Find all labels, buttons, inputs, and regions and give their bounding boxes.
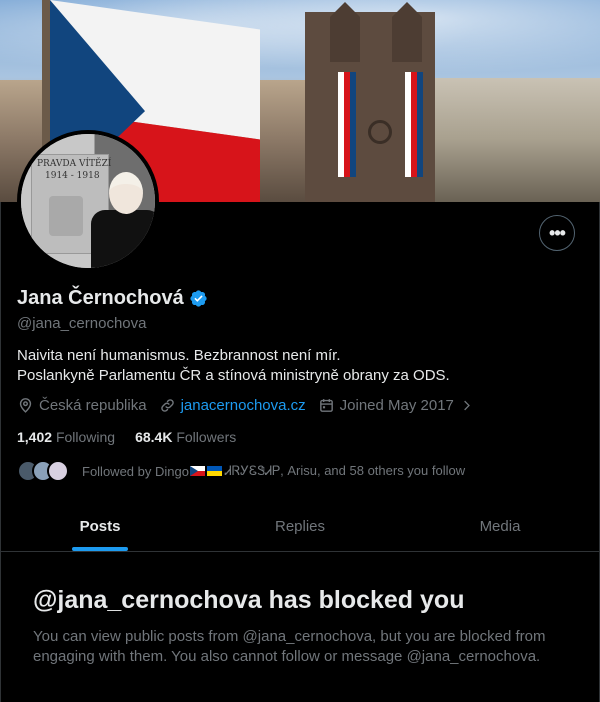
location-text: Česká republika <box>39 397 147 414</box>
avatar-person-body <box>91 210 155 268</box>
ukraine-flag-icon <box>206 466 222 476</box>
followed-by-suffix: ᏗᏒᎩᏋᏕᏗᏢ, Arisu, and 58 others you follow <box>224 463 466 478</box>
calendar-icon <box>319 399 333 412</box>
followers-label: Followers <box>176 429 237 445</box>
banner-vertical-flag-left <box>338 72 356 177</box>
website-link[interactable]: janacernochova.cz <box>181 397 306 414</box>
avatar-inscription-line2: 1914 - 1918 <box>45 171 100 181</box>
tab-replies-label: Replies <box>274 518 326 535</box>
location-item: Česká republika <box>17 397 147 414</box>
banner-city-right <box>430 78 600 202</box>
followers-count: 68.4K <box>135 429 173 445</box>
followed-by-prefix: Followed by Dingo <box>82 463 189 479</box>
verified-badge-icon[interactable] <box>189 289 208 308</box>
tab-media-label: Media <box>479 518 521 535</box>
banner-vertical-flag-right <box>405 72 423 177</box>
follow-counts: 1,402 Following 68.4K Followers <box>17 429 236 445</box>
follower-avatars <box>17 460 69 482</box>
display-name: Jana Černochová <box>17 287 184 309</box>
tab-media[interactable]: Media <box>400 502 600 551</box>
frame-border-left <box>0 202 1 702</box>
following-label: Following <box>55 429 116 445</box>
joined-item[interactable]: Joined May 2017 <box>318 397 474 414</box>
avatar-emblem <box>49 196 83 236</box>
bio-line-1: Naivita není humanismus. Bezbrannost nen… <box>17 347 341 364</box>
avatar-person-head <box>109 172 143 214</box>
avatar-inscription: PRAVDA VÍTĚZÍ 1914 - 1918 <box>37 158 111 182</box>
profile-name: Jana Černochová <box>17 287 208 310</box>
profile-tabs: Posts Replies Media <box>0 502 600 552</box>
website-item[interactable]: janacernochova.cz <box>159 397 306 414</box>
more-button[interactable]: ••• <box>539 215 575 251</box>
joined-text: Joined May 2017 <box>339 397 454 414</box>
followers-link[interactable]: 68.4K Followers <box>135 429 236 445</box>
tab-posts-label: Posts <box>79 518 121 535</box>
following-count: 1,402 <box>17 429 53 445</box>
blocked-title: @jana_cernochova has blocked you <box>33 586 465 614</box>
active-tab-indicator <box>72 547 128 551</box>
chevron-right-icon <box>464 400 470 411</box>
avatar-inscription-line1: PRAVDA VÍTĚZÍ <box>37 159 112 169</box>
bio-line-2: Poslankyně Parlamentu ČR a stínová minis… <box>17 367 450 384</box>
follower-avatar <box>47 460 69 482</box>
profile-handle: @jana_cernochova <box>17 315 147 332</box>
banner-rose-window <box>368 120 392 144</box>
more-icon: ••• <box>549 222 566 243</box>
location-icon <box>19 398 32 413</box>
followed-by[interactable]: Followed by Dingo ᏗᏒᎩᏋᏕᏗᏢ, Arisu, and 58… <box>17 460 465 482</box>
blocked-message: You can view public posts from @jana_cer… <box>33 628 546 665</box>
tab-posts[interactable]: Posts <box>0 502 200 551</box>
link-icon <box>160 399 174 412</box>
tab-replies[interactable]: Replies <box>200 502 400 551</box>
avatar[interactable]: PRAVDA VÍTĚZÍ 1914 - 1918 <box>17 130 159 272</box>
profile-meta: Česká republika janacernochova.cz Joined… <box>17 397 486 414</box>
blocked-notice: @jana_cernochova has blocked you You can… <box>33 586 573 667</box>
following-link[interactable]: 1,402 Following <box>17 429 115 445</box>
profile-bio: Naivita není humanismus. Bezbrannost nen… <box>17 346 450 386</box>
czech-flag-icon <box>189 466 205 476</box>
